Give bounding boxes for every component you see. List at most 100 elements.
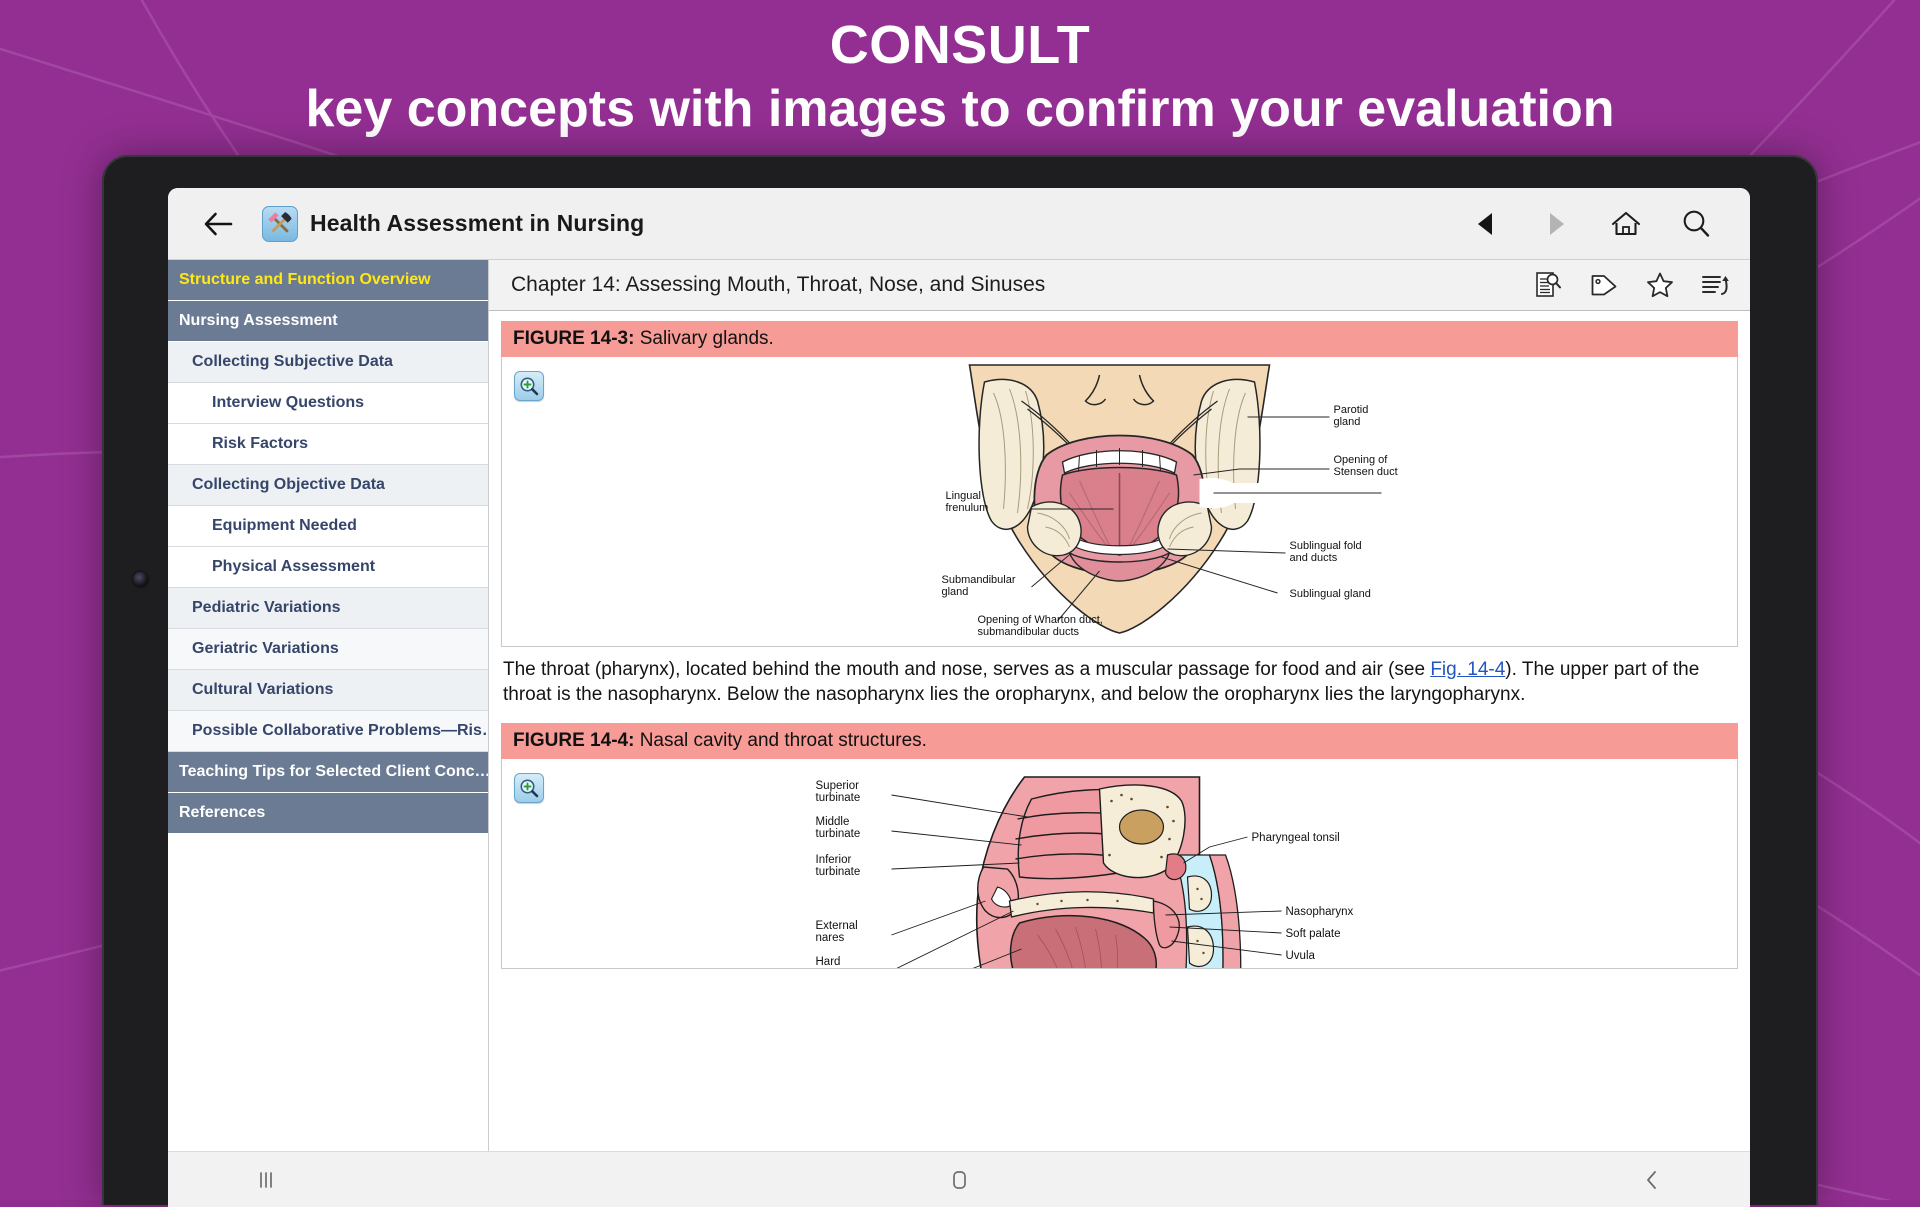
figure-label: FIGURE 14-3: xyxy=(513,328,635,349)
back-button[interactable] xyxy=(1632,1160,1672,1200)
chapter-bar: Chapter 14: Assessing Mouth, Throat, Nos… xyxy=(489,260,1750,311)
favorite-button[interactable] xyxy=(1644,269,1676,301)
figure-label-middle-turbinate: Middle xyxy=(816,816,850,828)
sidebar-item-possible-collaborative-problems[interactable]: Possible Collaborative Problems—Ris… xyxy=(168,711,488,752)
zoom-in-figure-14-3-button[interactable] xyxy=(514,371,544,401)
zoom-in-icon xyxy=(520,779,539,798)
next-page-button[interactable] xyxy=(1538,206,1574,242)
figure-frame-14-3: Parotid gland Opening of Stensen duct Li… xyxy=(501,357,1738,647)
figure-frame-14-4: Superior turbinate Middle turbinate Infe… xyxy=(501,759,1738,970)
svg-text:and ducts: and ducts xyxy=(1290,552,1338,564)
figure-caption-14-3: FIGURE 14-3: Salivary glands. xyxy=(501,321,1738,357)
sidebar-item-structure-and-function-overview[interactable]: Structure and Function Overview xyxy=(168,260,488,301)
sidebar-item-pediatric-variations[interactable]: Pediatric Variations xyxy=(168,588,488,629)
sidebar-item-equipment-needed[interactable]: Equipment Needed xyxy=(168,506,488,547)
star-icon xyxy=(1647,272,1673,298)
search-button[interactable] xyxy=(1678,206,1714,242)
figure-caption-14-4: FIGURE 14-4: Nasal cavity and throat str… xyxy=(501,723,1738,760)
sidebar-item-label: Equipment Needed xyxy=(212,517,357,534)
sidebar-item-interview-questions[interactable]: Interview Questions xyxy=(168,383,488,424)
figure-label-pharyngeal-tonsil: Pharyngeal tonsil xyxy=(1252,832,1340,844)
figure-label-inferior-turbinate: Inferior xyxy=(816,854,852,866)
salivary-glands-illustration: Parotid gland Opening of Stensen duct Li… xyxy=(942,364,1398,638)
sidebar-item-references[interactable]: References xyxy=(168,793,488,834)
document-viewport[interactable]: FIGURE 14-3: Salivary glands. Parotid gl… xyxy=(489,311,1750,1151)
sidebar-item-physical-assessment[interactable]: Physical Assessment xyxy=(168,547,488,588)
notes-search-button[interactable] xyxy=(1532,269,1564,301)
outline-jump-button[interactable] xyxy=(1700,269,1732,301)
zoom-in-icon xyxy=(520,377,539,396)
chapter-tools xyxy=(1532,269,1732,301)
sidebar-item-label: References xyxy=(179,804,266,821)
svg-text:frenulum: frenulum xyxy=(946,502,989,514)
figure-label-lingual-frenulum: Lingual xyxy=(946,490,981,502)
sidebar-item-cultural-variations[interactable]: Cultural Variations xyxy=(168,670,488,711)
outline-jump-icon xyxy=(1702,276,1729,295)
figure-label: FIGURE 14-4: xyxy=(513,730,635,752)
recents-icon xyxy=(260,1171,272,1188)
chapter-title: Chapter 14: Assessing Mouth, Throat, Nos… xyxy=(511,273,1046,296)
figure-link-14-4[interactable]: Fig. 14-4 xyxy=(1430,659,1505,680)
sidebar-item-label: Interview Questions xyxy=(212,394,365,411)
figure-label-wharton-duct: Opening of Wharton duct, xyxy=(978,614,1103,626)
sidebar-item-label: Collecting Subjective Data xyxy=(192,353,393,370)
sidebar-item-label: Collecting Objective Data xyxy=(192,476,385,493)
triangle-left-icon xyxy=(1478,212,1492,235)
app-bar: Health Assessment in Nursing xyxy=(168,188,1750,260)
main-content: Chapter 14: Assessing Mouth, Throat, Nos… xyxy=(489,260,1750,1151)
sidebar-item-label: Structure and Function Overview xyxy=(179,271,431,288)
figure-label-hard-palate: Hard xyxy=(816,956,841,968)
sidebar-item-label: Cultural Variations xyxy=(192,681,334,698)
back-chevron-icon xyxy=(1647,1170,1656,1189)
back-arrow-icon[interactable] xyxy=(198,204,238,244)
prev-page-button[interactable] xyxy=(1468,206,1504,242)
svg-text:gland: gland xyxy=(942,586,969,598)
nasal-cavity-illustration: Superior turbinate Middle turbinate Infe… xyxy=(816,776,1354,969)
figure-label-sublingual-fold: Sublingual fold xyxy=(1290,540,1362,552)
android-navigation-bar xyxy=(168,1151,1750,1207)
sidebar-item-label: Teaching Tips for Selected Client Conc… xyxy=(179,763,488,780)
figure-label-sublingual-gland: Sublingual gland xyxy=(1290,588,1371,600)
app-logo-icon xyxy=(262,205,298,242)
sidebar-item-collecting-objective-data[interactable]: Collecting Objective Data xyxy=(168,465,488,506)
home-button[interactable] xyxy=(1608,206,1644,242)
paragraph-text-before: The throat (pharynx), located behind the… xyxy=(503,659,1431,680)
sidebar-item-teaching-tips[interactable]: Teaching Tips for Selected Client Conc… xyxy=(168,752,488,793)
recents-button[interactable] xyxy=(246,1160,286,1200)
sidebar-item-label: Pediatric Variations xyxy=(192,599,341,616)
svg-text:turbinate: turbinate xyxy=(816,792,861,804)
sidebar-item-label: Risk Factors xyxy=(212,435,309,452)
svg-text:turbinate: turbinate xyxy=(816,866,861,878)
sidebar-item-risk-factors[interactable]: Risk Factors xyxy=(168,424,488,465)
svg-text:Stensen duct: Stensen duct xyxy=(1334,466,1398,478)
svg-text:turbinate: turbinate xyxy=(816,828,861,840)
sidebar-item-label: Possible Collaborative Problems—Ris… xyxy=(192,722,488,739)
svg-text:palate: palate xyxy=(816,968,847,969)
promo-subtitle: key concepts with images to confirm your… xyxy=(305,80,1615,138)
tag-button[interactable] xyxy=(1588,269,1620,301)
sidebar-item-label: Geriatric Variations xyxy=(192,640,339,657)
body-paragraph: The throat (pharynx), located behind the… xyxy=(489,647,1750,713)
tag-icon xyxy=(1591,275,1617,296)
svg-text:gland: gland xyxy=(1334,416,1361,428)
app-logo-glyph xyxy=(268,211,292,233)
svg-text:nares: nares xyxy=(816,932,845,944)
sidebar-navigation: Structure and Function Overview Nursing … xyxy=(168,260,489,1151)
figure-label-superior-turbinate: Superior xyxy=(816,780,860,792)
search-icon xyxy=(1683,210,1710,237)
figure-label-uvula: Uvula xyxy=(1286,950,1316,962)
app-bar-actions xyxy=(1468,206,1728,242)
promo-title: CONSULT xyxy=(829,15,1091,75)
tablet-screen: Health Assessment in Nursing Structure a… xyxy=(168,188,1750,1207)
sidebar-item-label: Physical Assessment xyxy=(212,558,376,575)
sidebar-item-collecting-subjective-data[interactable]: Collecting Subjective Data xyxy=(168,342,488,383)
zoom-in-figure-14-4-button[interactable] xyxy=(514,773,544,804)
app-title: Health Assessment in Nursing xyxy=(310,210,645,236)
home-button[interactable] xyxy=(939,1160,979,1200)
figure-label-external-nares: External xyxy=(816,920,858,932)
sidebar-item-geriatric-variations[interactable]: Geriatric Variations xyxy=(168,629,488,670)
sidebar-item-nursing-assessment[interactable]: Nursing Assessment xyxy=(168,301,488,342)
sidebar-item-label: Nursing Assessment xyxy=(179,312,338,329)
figure-caption-text: Nasal cavity and throat structures. xyxy=(639,730,927,752)
home-square-icon xyxy=(953,1170,966,1189)
